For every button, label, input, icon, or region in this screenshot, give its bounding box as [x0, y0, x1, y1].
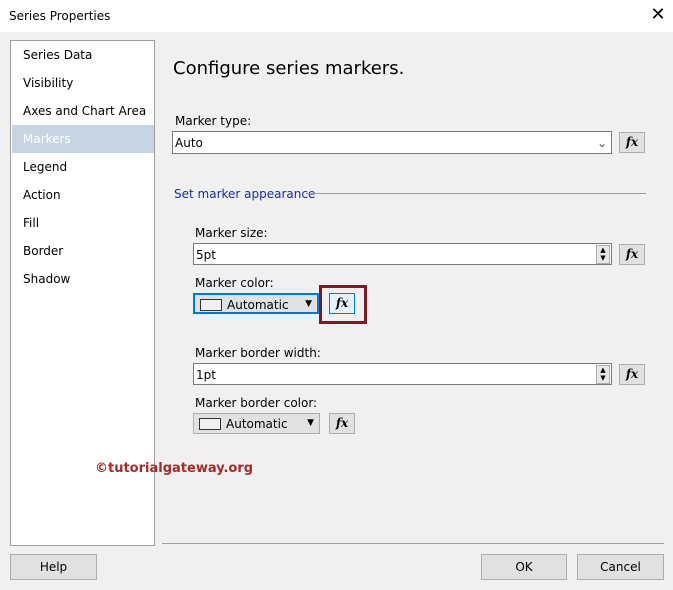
- marker-type-value: Auto: [175, 136, 203, 150]
- sidebar-item-fill[interactable]: Fill: [12, 209, 154, 237]
- dropdown-arrow-icon: ▼: [305, 299, 312, 309]
- sidebar-item-markers[interactable]: Markers: [12, 125, 154, 153]
- sidebar-item-visibility[interactable]: Visibility: [12, 69, 154, 97]
- help-button[interactable]: Help: [10, 554, 97, 580]
- marker-type-label: Marker type:: [175, 114, 252, 128]
- marker-border-width-label: Marker border width:: [195, 346, 321, 360]
- marker-border-color-fx-button[interactable]: fx: [329, 413, 355, 434]
- close-icon[interactable]: ✕: [648, 4, 668, 26]
- section-label: Set marker appearance: [174, 187, 316, 201]
- marker-type-fx-button[interactable]: fx: [619, 132, 645, 153]
- marker-color-fx-button[interactable]: fx: [329, 293, 355, 314]
- ok-button[interactable]: OK: [481, 554, 567, 580]
- marker-border-width-value: 1pt: [196, 368, 216, 382]
- marker-border-width-input[interactable]: 1pt ▲ ▼: [193, 363, 612, 385]
- page-title: Configure series markers.: [173, 58, 405, 79]
- sidebar-item-axes[interactable]: Axes and Chart Area: [12, 97, 154, 125]
- marker-size-value: 5pt: [196, 248, 216, 262]
- marker-size-input[interactable]: 5pt ▲ ▼: [193, 243, 612, 265]
- sidebar-item-series-data[interactable]: Series Data: [12, 41, 154, 69]
- marker-color-value: Automatic: [227, 298, 289, 312]
- marker-size-label: Marker size:: [195, 226, 268, 240]
- color-swatch: [199, 418, 221, 430]
- window-title: Series Properties: [9, 9, 111, 23]
- color-swatch: [200, 299, 222, 311]
- watermark: ©tutorialgateway.org: [95, 461, 254, 476]
- marker-type-select[interactable]: Auto ⌄: [172, 131, 612, 154]
- marker-border-color-value: Automatic: [226, 417, 288, 431]
- marker-border-color-label: Marker border color:: [195, 396, 318, 410]
- cancel-button[interactable]: Cancel: [577, 554, 664, 580]
- sidebar-item-action[interactable]: Action: [12, 181, 154, 209]
- marker-border-width-spinner[interactable]: ▲ ▼: [596, 365, 610, 384]
- marker-size-fx-button[interactable]: fx: [619, 244, 645, 265]
- title-bar: Series Properties ✕: [0, 0, 673, 32]
- marker-size-spinner[interactable]: ▲ ▼: [596, 245, 610, 264]
- sidebar-item-legend[interactable]: Legend: [12, 153, 154, 181]
- marker-color-dropdown[interactable]: Automatic ▼: [193, 293, 319, 314]
- sidebar-item-border[interactable]: Border: [12, 237, 154, 265]
- footer-divider: [162, 543, 664, 544]
- chevron-down-icon: ⌄: [596, 136, 607, 150]
- marker-border-width-fx-button[interactable]: fx: [619, 364, 645, 385]
- marker-border-color-dropdown[interactable]: Automatic ▼: [193, 413, 320, 434]
- dropdown-arrow-icon: ▼: [307, 418, 314, 428]
- marker-color-label: Marker color:: [195, 276, 274, 290]
- sidebar-item-shadow[interactable]: Shadow: [12, 265, 154, 293]
- section-divider: [306, 193, 646, 194]
